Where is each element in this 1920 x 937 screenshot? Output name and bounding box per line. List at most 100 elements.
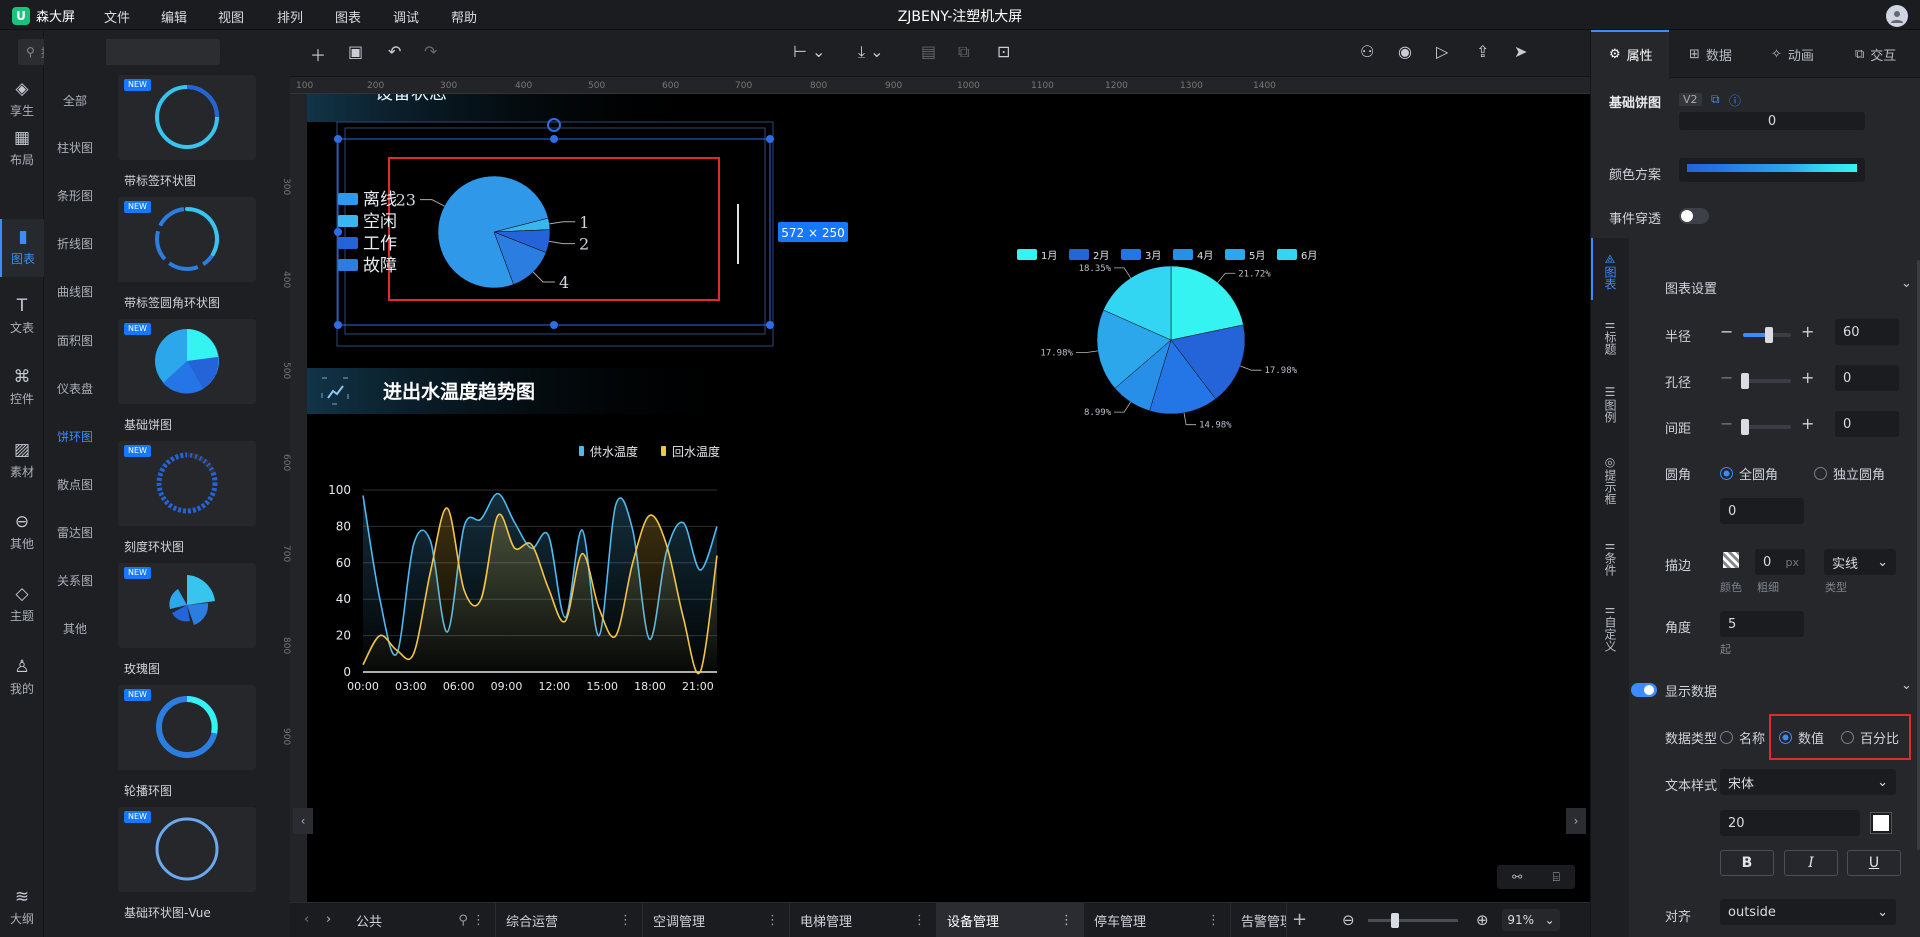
category-other[interactable]: 其他 — [44, 620, 106, 637]
design-canvas[interactable]: 设备状态 离线空闲工作故障 1 24 23 572 × 250 1月 2月 3月 4月 5月… — [307, 94, 1590, 902]
tab-data[interactable]: ⊞ 数据 — [1689, 30, 1732, 78]
vtab-custom[interactable]: ⚌ 自定义 — [1591, 602, 1629, 652]
rail-item-other[interactable]: ⊖ 其他 — [0, 504, 44, 562]
camera-icon[interactable]: ◉ — [1398, 42, 1412, 61]
minus-icon[interactable]: − — [1720, 322, 1733, 341]
copy-icon[interactable]: ⧉ — [1711, 92, 1720, 107]
rail-item-mine[interactable]: ♙ 我的 — [0, 649, 44, 707]
tab-interaction[interactable]: ⧉ 交互 — [1855, 30, 1896, 78]
gallery-card-rounded-ring[interactable]: NEW — [118, 197, 256, 282]
category-scatter[interactable]: 散点图 — [44, 476, 106, 493]
tab-menu-icon[interactable]: ⋮ — [766, 913, 779, 928]
data-type-name-radio[interactable]: 名称 — [1720, 728, 1765, 747]
group-icon[interactable]: ▤ — [921, 42, 936, 61]
gap-slider[interactable] — [1741, 419, 1791, 435]
hole-input[interactable]: 0 — [1835, 365, 1899, 391]
zoom-slider[interactable] — [1368, 913, 1458, 928]
tab-elevator[interactable]: 电梯管理 ⋮ — [790, 903, 937, 937]
tab-hvac[interactable]: 空调管理 ⋮ — [643, 903, 790, 937]
align-select[interactable]: outside ⌄ — [1720, 899, 1896, 925]
font-size-input[interactable]: 20 — [1720, 810, 1860, 836]
category-line[interactable]: 折线图 — [44, 235, 106, 252]
category-bar[interactable]: 柱状图 — [44, 139, 106, 156]
tab-next-icon[interactable]: › — [326, 912, 331, 927]
minus-icon[interactable]: − — [1720, 368, 1733, 387]
vtab-legend[interactable]: ☰ 图例 — [1591, 385, 1629, 423]
gallery-card-label-ring[interactable]: NEW — [118, 75, 256, 160]
vtab-chart[interactable]: ⟁ 图表 — [1591, 252, 1629, 290]
vtab-title[interactable]: ⚌ 标题 — [1591, 317, 1629, 355]
rail-item-theme[interactable]: ◇ 主题 — [0, 576, 44, 634]
category-gauge[interactable]: 仪表盘 — [44, 380, 106, 397]
collapse-left-button[interactable]: ‹ — [293, 808, 313, 834]
corner-all-radio[interactable]: 全圆角 — [1720, 464, 1778, 483]
tab-menu-icon[interactable]: ⋮ — [1060, 913, 1073, 928]
lock-icon[interactable]: ⊡ — [997, 42, 1010, 61]
gallery-card-basic-pie[interactable]: NEW — [118, 319, 256, 404]
slider-knob[interactable] — [1765, 327, 1774, 343]
plus-icon[interactable]: + — [1801, 368, 1814, 387]
slider-knob[interactable] — [1741, 419, 1750, 435]
rail-item-outline[interactable]: ≋ 大纲 — [0, 879, 44, 937]
data-type-percent-radio[interactable]: 百分比 — [1841, 728, 1899, 747]
tab-menu-icon[interactable]: ⋮ — [1207, 913, 1220, 928]
slider-knob[interactable] — [1741, 373, 1750, 389]
add-icon[interactable]: ＋ — [310, 42, 326, 66]
bold-button[interactable]: B — [1720, 850, 1774, 876]
tab-parking[interactable]: 停车管理 ⋮ — [1084, 903, 1231, 937]
category-hbar[interactable]: 条形图 — [44, 187, 106, 204]
align-left-icon[interactable]: ⊢ ⌄ — [793, 42, 825, 61]
category-radar[interactable]: 雷达图 — [44, 524, 106, 541]
event-passthrough-toggle[interactable] — [1679, 208, 1709, 224]
plus-icon[interactable]: + — [1801, 322, 1814, 341]
border-color-swatch[interactable] — [1723, 552, 1739, 568]
share-user-icon[interactable]: ⚇ — [1360, 42, 1374, 61]
chevron-down-icon[interactable]: ⌄ — [1901, 678, 1912, 693]
tab-operations[interactable]: 综合运营 ⋮ — [496, 903, 643, 937]
gallery-card-scale-ring[interactable]: NEW — [118, 441, 256, 526]
plus-icon[interactable]: + — [1801, 414, 1814, 433]
chevron-down-icon[interactable]: ⌄ — [1901, 276, 1912, 291]
undo-icon[interactable]: ↶ — [388, 42, 401, 61]
border-width-input[interactable]: 0 px — [1755, 549, 1805, 575]
category-relation[interactable]: 关系图 — [44, 572, 106, 589]
download-icon[interactable]: ⤓ ⌄ — [858, 42, 884, 62]
minus-icon[interactable]: − — [1720, 414, 1733, 433]
sitemap-icon[interactable]: ⚯ — [1512, 870, 1522, 884]
rail-item-chart[interactable]: ▮ 图表 — [0, 219, 44, 277]
category-area[interactable]: 面积图 — [44, 332, 106, 349]
italic-button[interactable]: I — [1784, 850, 1838, 876]
radius-input[interactable]: 60 — [1835, 319, 1899, 345]
pin-icon[interactable]: ⚲ ⋮ — [458, 913, 485, 928]
rail-item-widget[interactable]: ⌘ 控件 — [0, 359, 44, 417]
gap-input[interactable]: 0 — [1835, 411, 1899, 437]
color-scheme-select[interactable] — [1679, 158, 1865, 182]
upload-icon[interactable]: ⇪ — [1476, 42, 1489, 61]
gallery-card-basic-ring-vue[interactable]: NEW — [118, 807, 256, 892]
underline-button[interactable]: U — [1847, 850, 1901, 876]
publish-icon[interactable]: ➤ — [1514, 42, 1527, 61]
tab-prev-icon[interactable]: ‹ — [304, 912, 309, 927]
avatar[interactable] — [1886, 5, 1908, 27]
border-style-select[interactable]: 实线 ⌄ — [1824, 549, 1896, 575]
resize-edge[interactable] — [737, 204, 739, 264]
tab-menu-icon[interactable]: ⋮ — [913, 913, 926, 928]
zoom-in-icon[interactable]: ⊕ — [1476, 911, 1489, 929]
tab-public[interactable]: 公共 ⚲ ⋮ — [346, 903, 496, 937]
category-all[interactable]: 全部 — [44, 92, 106, 109]
hole-slider[interactable] — [1741, 373, 1791, 389]
ungroup-icon[interactable]: ⧉ — [958, 42, 969, 62]
help-icon[interactable]: ⓘ — [1729, 92, 1741, 109]
top-value-field[interactable]: 0 — [1679, 112, 1865, 130]
gallery-card-carousel-ring[interactable]: NEW — [118, 685, 256, 770]
font-select[interactable]: 宋体 ⌄ — [1720, 769, 1896, 795]
tab-properties[interactable]: ⚙ 属性 — [1609, 30, 1653, 78]
tab-alarm[interactable]: 告警管理 — [1231, 903, 1287, 937]
corner-independent-radio[interactable]: 独立圆角 — [1814, 464, 1885, 483]
category-pie[interactable]: 饼环图 — [44, 428, 106, 445]
show-data-toggle[interactable] — [1631, 683, 1657, 697]
text-color-swatch[interactable] — [1870, 812, 1892, 834]
zoom-out-icon[interactable]: ⊖ — [1342, 911, 1355, 929]
corner-input[interactable]: 0 — [1720, 498, 1804, 524]
category-curve[interactable]: 曲线图 — [44, 283, 106, 300]
